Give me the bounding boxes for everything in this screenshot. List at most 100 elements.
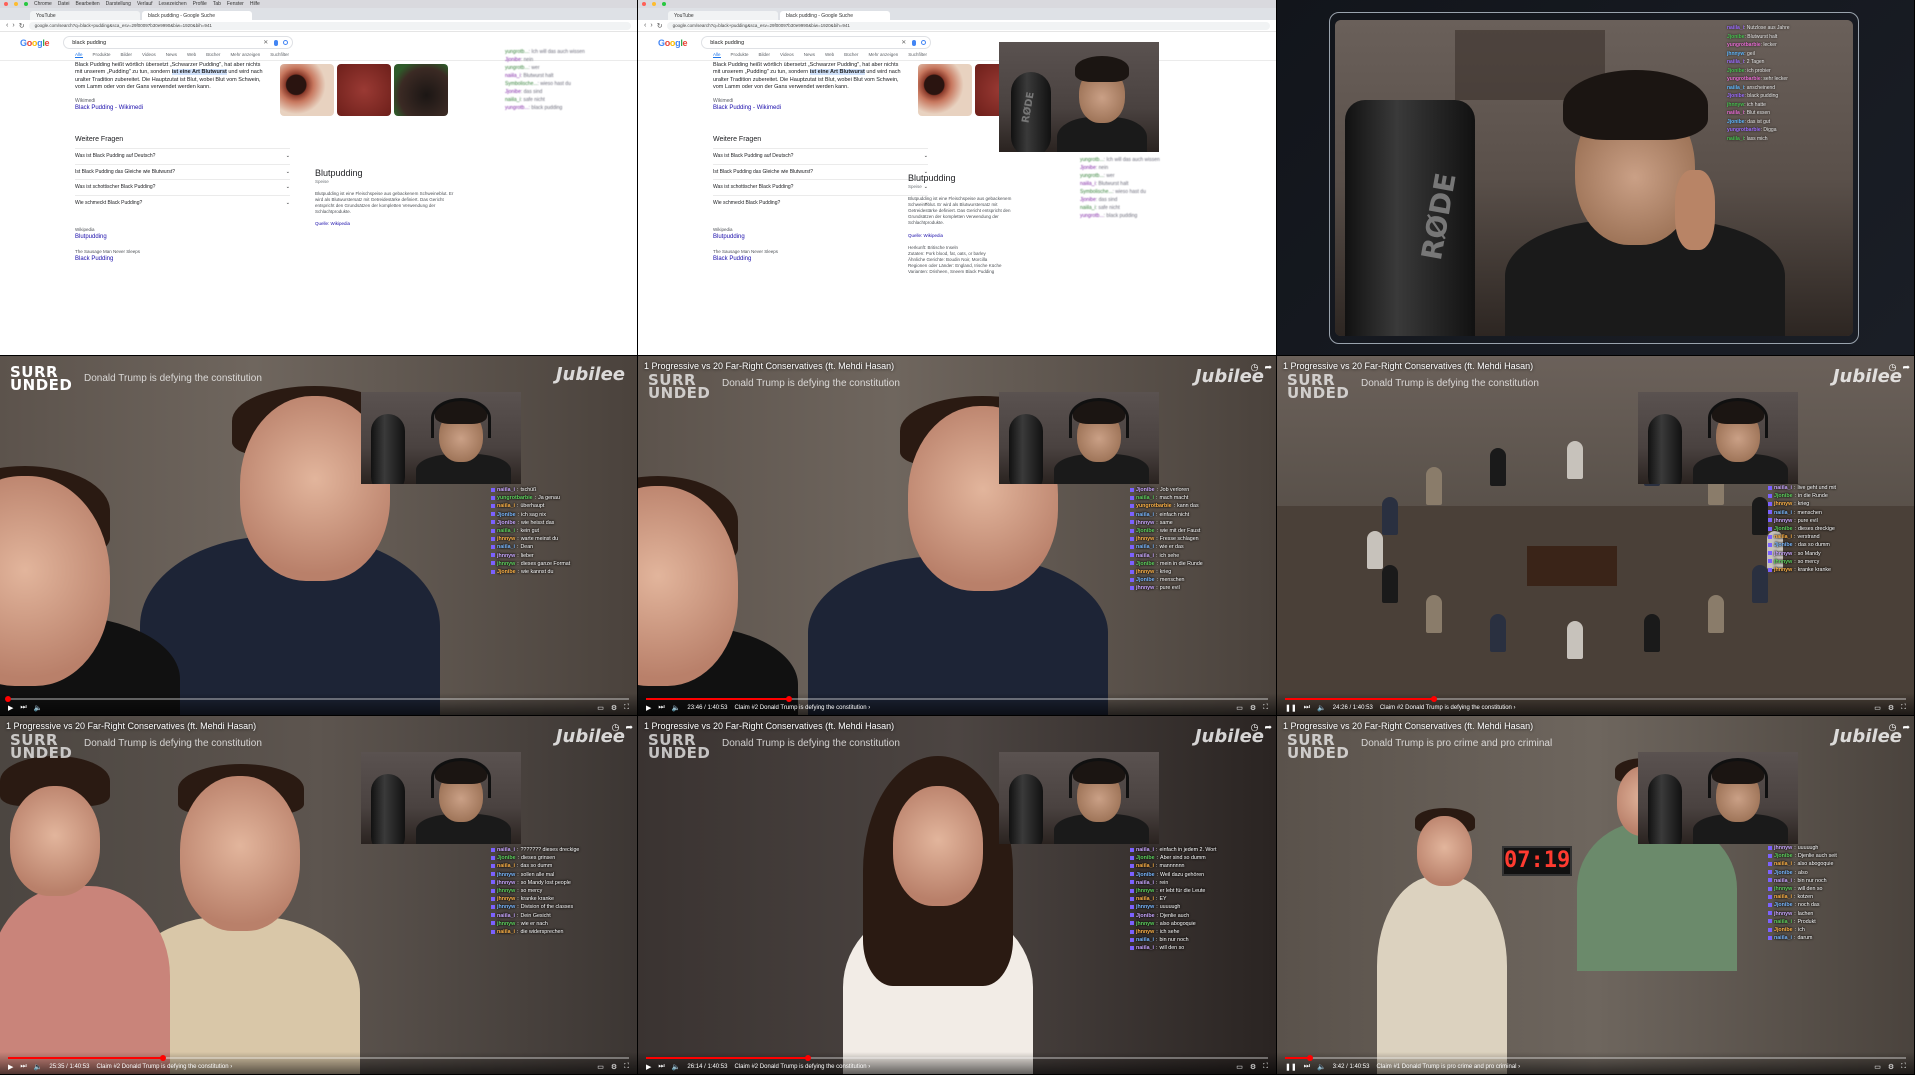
chat-username[interactable]: naiila_i (497, 486, 515, 494)
chat-username[interactable]: jhnnyw (1136, 519, 1154, 527)
search-tab[interactable]: Produkte (731, 52, 749, 58)
chat-username[interactable]: jhnnyw (1774, 558, 1792, 566)
fullscreen-icon[interactable]: ⛶ (624, 1063, 629, 1071)
chat-username[interactable]: Jjonibe (1136, 912, 1155, 920)
chat-username[interactable]: Jjonibe (497, 568, 516, 576)
fullscreen-icon[interactable]: ⛶ (1901, 1063, 1906, 1071)
search-input[interactable]: black pudding ✕ (63, 36, 294, 49)
menu-item[interactable]: Tab (213, 1, 221, 7)
chat-username[interactable]: Jjonibe (1136, 527, 1155, 535)
faq-item[interactable]: Wie schmeckt Black Pudding? ⌄ (713, 195, 928, 211)
clear-icon[interactable]: ✕ (901, 39, 906, 46)
chat-username[interactable]: naiila_i (1727, 136, 1744, 142)
volume-icon[interactable]: 🔈 (34, 1063, 43, 1071)
settings-icon[interactable]: ⚙ (1250, 704, 1256, 712)
chat-username[interactable]: Jjonibe (1774, 869, 1793, 877)
result-title-link[interactable]: Blutpudding (75, 233, 290, 241)
chat-username[interactable]: Jjonibe (1774, 852, 1793, 860)
chat-username[interactable]: naiila_i (505, 97, 521, 103)
minimize-dot-icon[interactable] (14, 2, 18, 6)
chat-username[interactable]: naiila_i (1774, 533, 1792, 541)
forward-icon[interactable]: › (12, 22, 14, 29)
chat-username[interactable]: naiila_i (497, 502, 515, 510)
search-tab[interactable]: Bilder (121, 52, 133, 58)
tab-google-search[interactable]: black pudding - Google Suche (780, 11, 890, 20)
chat-username[interactable]: yungrotb... (505, 105, 529, 111)
pudding-image-1[interactable] (918, 64, 972, 116)
google-logo[interactable]: Google (658, 38, 688, 48)
chat-username[interactable]: naiila_i (1136, 944, 1154, 952)
video-title[interactable]: 1 Progressive vs 20 Far-Right Conservati… (1283, 361, 1533, 371)
progress-bar[interactable] (1285, 696, 1906, 702)
next-icon[interactable]: ⏭ (20, 1063, 26, 1071)
search-tab[interactable]: Videos (142, 52, 156, 58)
chat-username[interactable]: naiila_i (1774, 934, 1792, 942)
chat-username[interactable]: naiila_i (1727, 110, 1744, 116)
chat-username[interactable]: Jjonibe (505, 57, 521, 63)
result-title-link[interactable]: Black Pudding (75, 255, 290, 263)
play-icon[interactable]: ❚❚ (1285, 704, 1297, 712)
chat-username[interactable]: jhnnyw (1136, 903, 1154, 911)
faq-item[interactable]: Was ist Black Pudding auf Deutsch? ⌄ (75, 147, 290, 164)
search-icon[interactable] (921, 40, 927, 45)
chat-username[interactable]: yungrotbarbie (1727, 42, 1761, 48)
search-tab[interactable]: Suchfilter (908, 52, 927, 58)
volume-icon[interactable]: 🔈 (672, 1063, 681, 1071)
chat-username[interactable]: Jjonibe (497, 519, 516, 527)
pudding-image-1[interactable] (280, 64, 334, 116)
progress-knob[interactable] (5, 696, 11, 702)
chapter-label[interactable]: Claim #1 Donald Trump is pro crime and p… (1376, 1064, 1520, 1070)
chat-username[interactable]: yungrotbarbie (1727, 76, 1761, 82)
google-logo[interactable]: Google (20, 38, 50, 48)
chat-username[interactable]: jhnnyw (497, 552, 515, 560)
back-icon[interactable]: ‹ (6, 22, 8, 29)
search-tab[interactable]: Alle (75, 52, 83, 58)
captions-icon[interactable]: ▭ (597, 704, 604, 712)
chat-username[interactable]: yungrotbarbie (497, 494, 533, 502)
chat-username[interactable]: jhnnyw (1136, 568, 1154, 576)
zoom-dot-icon[interactable] (662, 2, 666, 6)
progress-knob[interactable] (786, 696, 793, 702)
video-player-4[interactable]: 1 Progressive vs 20 Far-Right Conservati… (0, 716, 638, 1075)
chat-username[interactable]: naiila_i (1136, 846, 1154, 854)
chat-username[interactable]: Jjonibe (1136, 854, 1155, 862)
chat-username[interactable]: naiila_i (1774, 918, 1792, 926)
chat-username[interactable]: Jjonibe (1727, 68, 1745, 74)
chat-username[interactable]: Jjonibe (497, 854, 516, 862)
settings-icon[interactable]: ⚙ (611, 704, 617, 712)
settings-icon[interactable]: ⚙ (1888, 1063, 1894, 1071)
chat-username[interactable]: naiila_i (497, 846, 515, 854)
watch-later-icon[interactable]: ◷ (1251, 362, 1259, 373)
video-player-3[interactable]: 1 Progressive vs 20 Far-Right Conservati… (1277, 356, 1915, 716)
chat-username[interactable]: Jjonibe (1136, 560, 1155, 568)
chat-username[interactable]: jhnnyw (1727, 51, 1744, 57)
settings-icon[interactable]: ⚙ (1888, 704, 1894, 712)
chat-username[interactable]: jhnnyw (1774, 910, 1792, 918)
search-tab[interactable]: Videos (780, 52, 794, 58)
chat-username[interactable]: jhnnyw (1136, 535, 1154, 543)
video-title[interactable]: 1 Progressive vs 20 Far-Right Conservati… (1283, 721, 1533, 731)
menu-item[interactable]: Profile (193, 1, 207, 7)
chat-username[interactable]: yungrotbarbie (1727, 127, 1761, 133)
watch-later-icon[interactable]: ◷ (1889, 362, 1897, 373)
url-field[interactable]: google.com/search?q=black+pudding&sca_es… (666, 21, 1270, 30)
url-field[interactable]: google.com/search?q=black+pudding&sca_es… (28, 21, 631, 30)
chat-username[interactable]: Jjonibe (1080, 165, 1096, 171)
chat-username[interactable]: naiila_i (1080, 205, 1096, 211)
menu-item[interactable]: Fenster (227, 1, 244, 7)
chat-username[interactable]: naiila_i (1136, 879, 1154, 887)
chat-username[interactable]: jhnnyw (1136, 887, 1154, 895)
chat-username[interactable]: jhnnyw (497, 560, 515, 568)
chat-username[interactable]: jhnnyw (1136, 928, 1154, 936)
settings-icon[interactable]: ⚙ (611, 1063, 617, 1071)
chat-username[interactable]: jhnnyw (497, 903, 515, 911)
search-tab[interactable]: Web (187, 52, 196, 58)
chat-username[interactable]: naiila_i (497, 527, 515, 535)
minimize-dot-icon[interactable] (652, 2, 656, 6)
progress-bar[interactable] (5, 696, 629, 702)
volume-icon[interactable]: 🔈 (1317, 704, 1326, 712)
chat-username[interactable]: jhnnyw (1136, 920, 1154, 928)
chat-username[interactable]: naiila_i (1727, 85, 1744, 91)
chat-username[interactable]: jhnnyw (1774, 550, 1792, 558)
chat-username[interactable]: Jjonibe (1774, 926, 1793, 934)
